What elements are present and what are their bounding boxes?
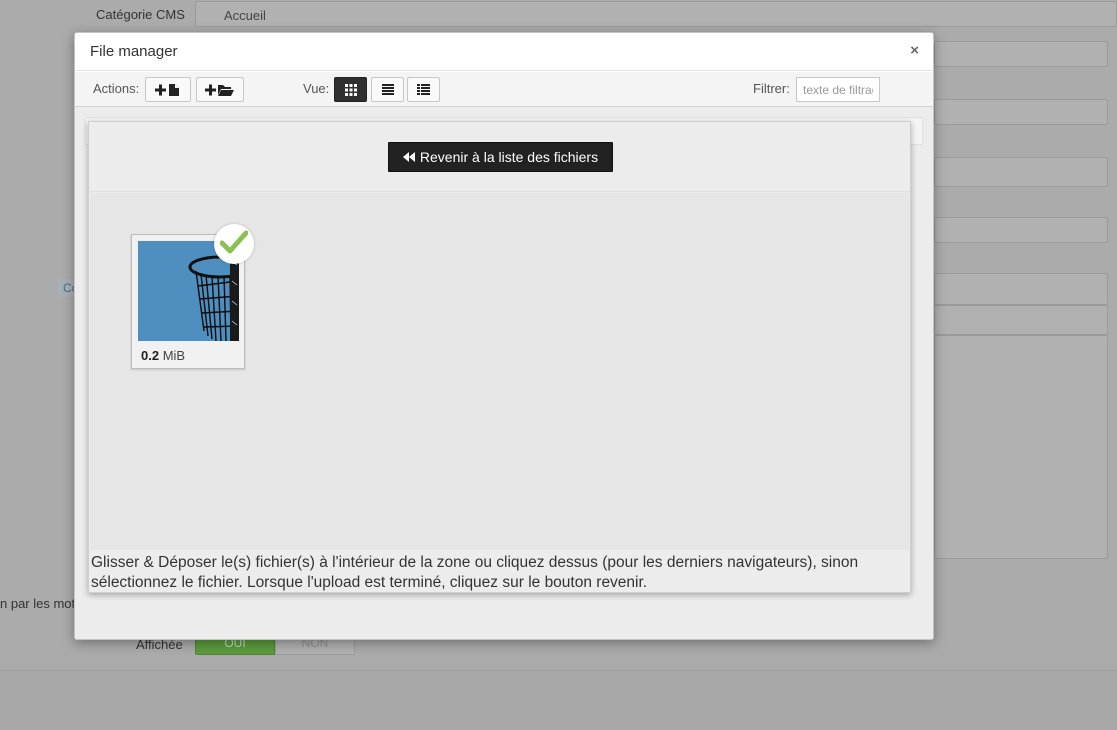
- filter-label: Filtrer:: [753, 81, 790, 96]
- bg-textarea: [934, 335, 1108, 559]
- back-button-label: Revenir à la liste des fichiers: [419, 149, 599, 165]
- modal-header: File manager ×: [75, 33, 933, 71]
- filter-input[interactable]: [796, 77, 880, 102]
- grid-icon: [344, 83, 357, 96]
- columns-icon: [417, 84, 430, 95]
- bg-field: [934, 157, 1108, 187]
- cms-category-value: Accueil: [224, 8, 266, 23]
- bg-field: [934, 217, 1108, 243]
- bg-field: [934, 273, 1108, 305]
- back-to-file-list-button[interactable]: Revenir à la liste des fichiers: [388, 142, 613, 172]
- add-folder-button[interactable]: [196, 77, 244, 102]
- list-icon: [381, 84, 394, 95]
- view-grid-button[interactable]: [334, 77, 367, 102]
- bg-field: [934, 99, 1108, 125]
- cms-category-label: Catégorie CMS: [96, 7, 185, 22]
- cms-category-select: Accueil: [195, 1, 1117, 27]
- upload-help-text: Glisser & Déposer le(s) fichier(s) à l'i…: [91, 554, 859, 591]
- plus-folder-icon: [205, 83, 235, 97]
- double-chevron-left-icon: [402, 149, 415, 165]
- plus-file-icon: [155, 83, 181, 97]
- add-file-button[interactable]: [145, 77, 191, 102]
- view-label: Vue:: [303, 81, 330, 96]
- close-icon[interactable]: ×: [910, 43, 919, 59]
- bg-field: [934, 305, 1108, 335]
- toolbar: Actions: Vue: Filtrer: texte de filtrage: [75, 72, 933, 107]
- file-size-unit: MiB: [162, 348, 186, 363]
- upload-success-badge: [214, 224, 254, 264]
- view-list-button[interactable]: [371, 77, 404, 102]
- upload-header: Revenir à la liste des fichiers: [89, 122, 910, 192]
- upload-panel: Revenir à la liste des fichiers 0.2 MiB …: [88, 121, 911, 593]
- view-details-button[interactable]: [407, 77, 440, 102]
- file-size-value: 0.2: [141, 348, 160, 363]
- file-size: 0.2 MiB: [141, 348, 185, 363]
- bg-truncated-label: n par les mot: [0, 596, 76, 611]
- modal-title: File manager: [90, 43, 178, 60]
- check-icon: [219, 230, 249, 259]
- bg-field: [934, 41, 1108, 67]
- bg-footer: [0, 671, 1117, 730]
- actions-label: Actions:: [93, 81, 140, 96]
